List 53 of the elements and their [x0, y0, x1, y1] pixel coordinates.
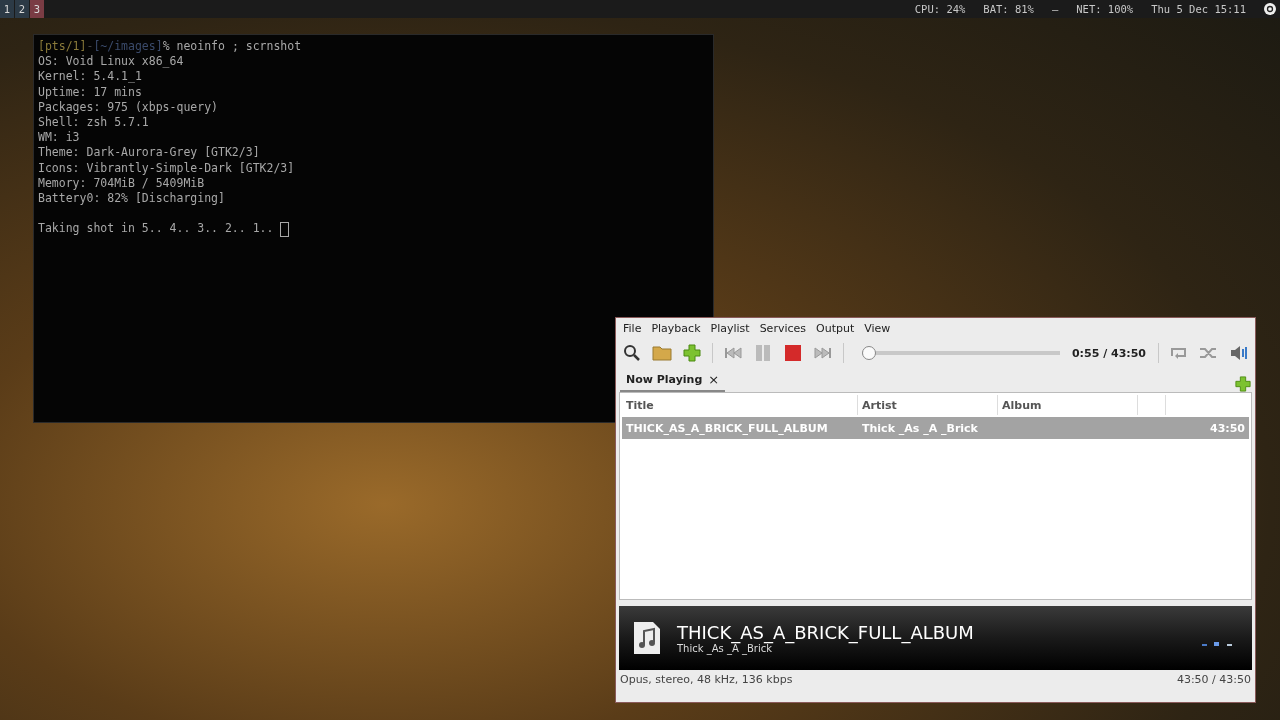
format-info: Opus, stereo, 48 kHz, 136 kbps	[620, 673, 793, 686]
menu-item[interactable]: Playback	[646, 322, 706, 338]
terminal-line: WM: i3	[38, 130, 80, 146]
status-text: Thu 5 Dec 15:11	[1151, 3, 1246, 15]
prompt-separator: -	[86, 39, 94, 55]
terminal-line: Memory: 704MiB / 5409MiB	[38, 175, 205, 192]
cursor-icon	[280, 221, 290, 237]
total-time: 43:50 / 43:50	[1176, 673, 1251, 686]
tab-label: Now Playing	[626, 373, 703, 386]
menu-item[interactable]: File	[618, 322, 647, 338]
column-header[interactable]: Title	[622, 395, 858, 415]
track-title: THICK_AS_A_BRICK_FULL_ALBUM	[625, 421, 829, 435]
status-text: CPU: 24%	[914, 3, 966, 15]
terminal-line: Packages: 975 (xbps-query)	[38, 99, 218, 115]
terminal-line: OS: Void Linux x86_64	[38, 54, 184, 70]
status-text: NET: 100%	[1076, 3, 1134, 15]
workspace-button[interactable]: 3	[30, 0, 44, 18]
prompt-path: [~/images]	[93, 39, 163, 55]
terminal-line: Kernel: 5.4.1_1	[38, 69, 142, 85]
terminal-line: Taking shot in 5.. 4.. 3.. 2.. 1..	[38, 221, 274, 237]
status-text: –	[1051, 3, 1059, 15]
menu-item[interactable]: Playlist	[705, 322, 755, 338]
workspace-button[interactable]: 1	[0, 0, 14, 18]
terminal-line: Shell: zsh 5.7.1	[38, 115, 149, 131]
terminal-line: Uptime: 17 mins	[38, 84, 142, 100]
close-button[interactable]: ×	[708, 372, 720, 387]
add-playlist-button[interactable]	[1235, 376, 1251, 392]
column-header[interactable]: Album	[998, 395, 1138, 415]
terminal-command: % neoinfo ; scrnshot	[162, 39, 302, 55]
menu-item[interactable]: View	[859, 322, 896, 338]
status-text: BAT: 81%	[983, 3, 1034, 15]
track-length: 43:50	[1209, 421, 1246, 435]
next-icon	[814, 347, 832, 359]
previous-icon	[724, 347, 742, 359]
terminal-line: Battery0: 82% [Discharging]	[38, 191, 225, 207]
repeat-icon	[1169, 346, 1189, 360]
user-icon	[1264, 3, 1276, 15]
column-header[interactable]: Artist	[858, 395, 998, 415]
add-button[interactable]	[680, 341, 704, 365]
visualizer-icon	[1202, 642, 1232, 647]
terminal-line: Icons: Vibrantly-Simple-Dark [GTK2/3]	[38, 160, 295, 176]
slider-thumb[interactable]	[861, 346, 876, 360]
workspace-button[interactable]: 2	[15, 0, 29, 18]
track-artist: Thick _As _A _Brick	[861, 421, 979, 435]
now-playing-title: THICK_AS_A_BRICK_FULL_ALBUM	[677, 622, 974, 643]
music-file-icon	[633, 621, 661, 655]
now-playing-artist: Thick _As _A _Brick	[677, 643, 773, 654]
prompt-tty: [pts/1]	[38, 39, 87, 55]
terminal-line: Theme: Dark-Aurora-Grey [GTK2/3]	[38, 145, 260, 161]
menu-item[interactable]: Services	[754, 322, 811, 338]
playback-time: 0:55 / 43:50	[1071, 346, 1146, 360]
menu-item[interactable]: Output	[811, 322, 860, 338]
shuffle-icon	[1199, 346, 1219, 360]
